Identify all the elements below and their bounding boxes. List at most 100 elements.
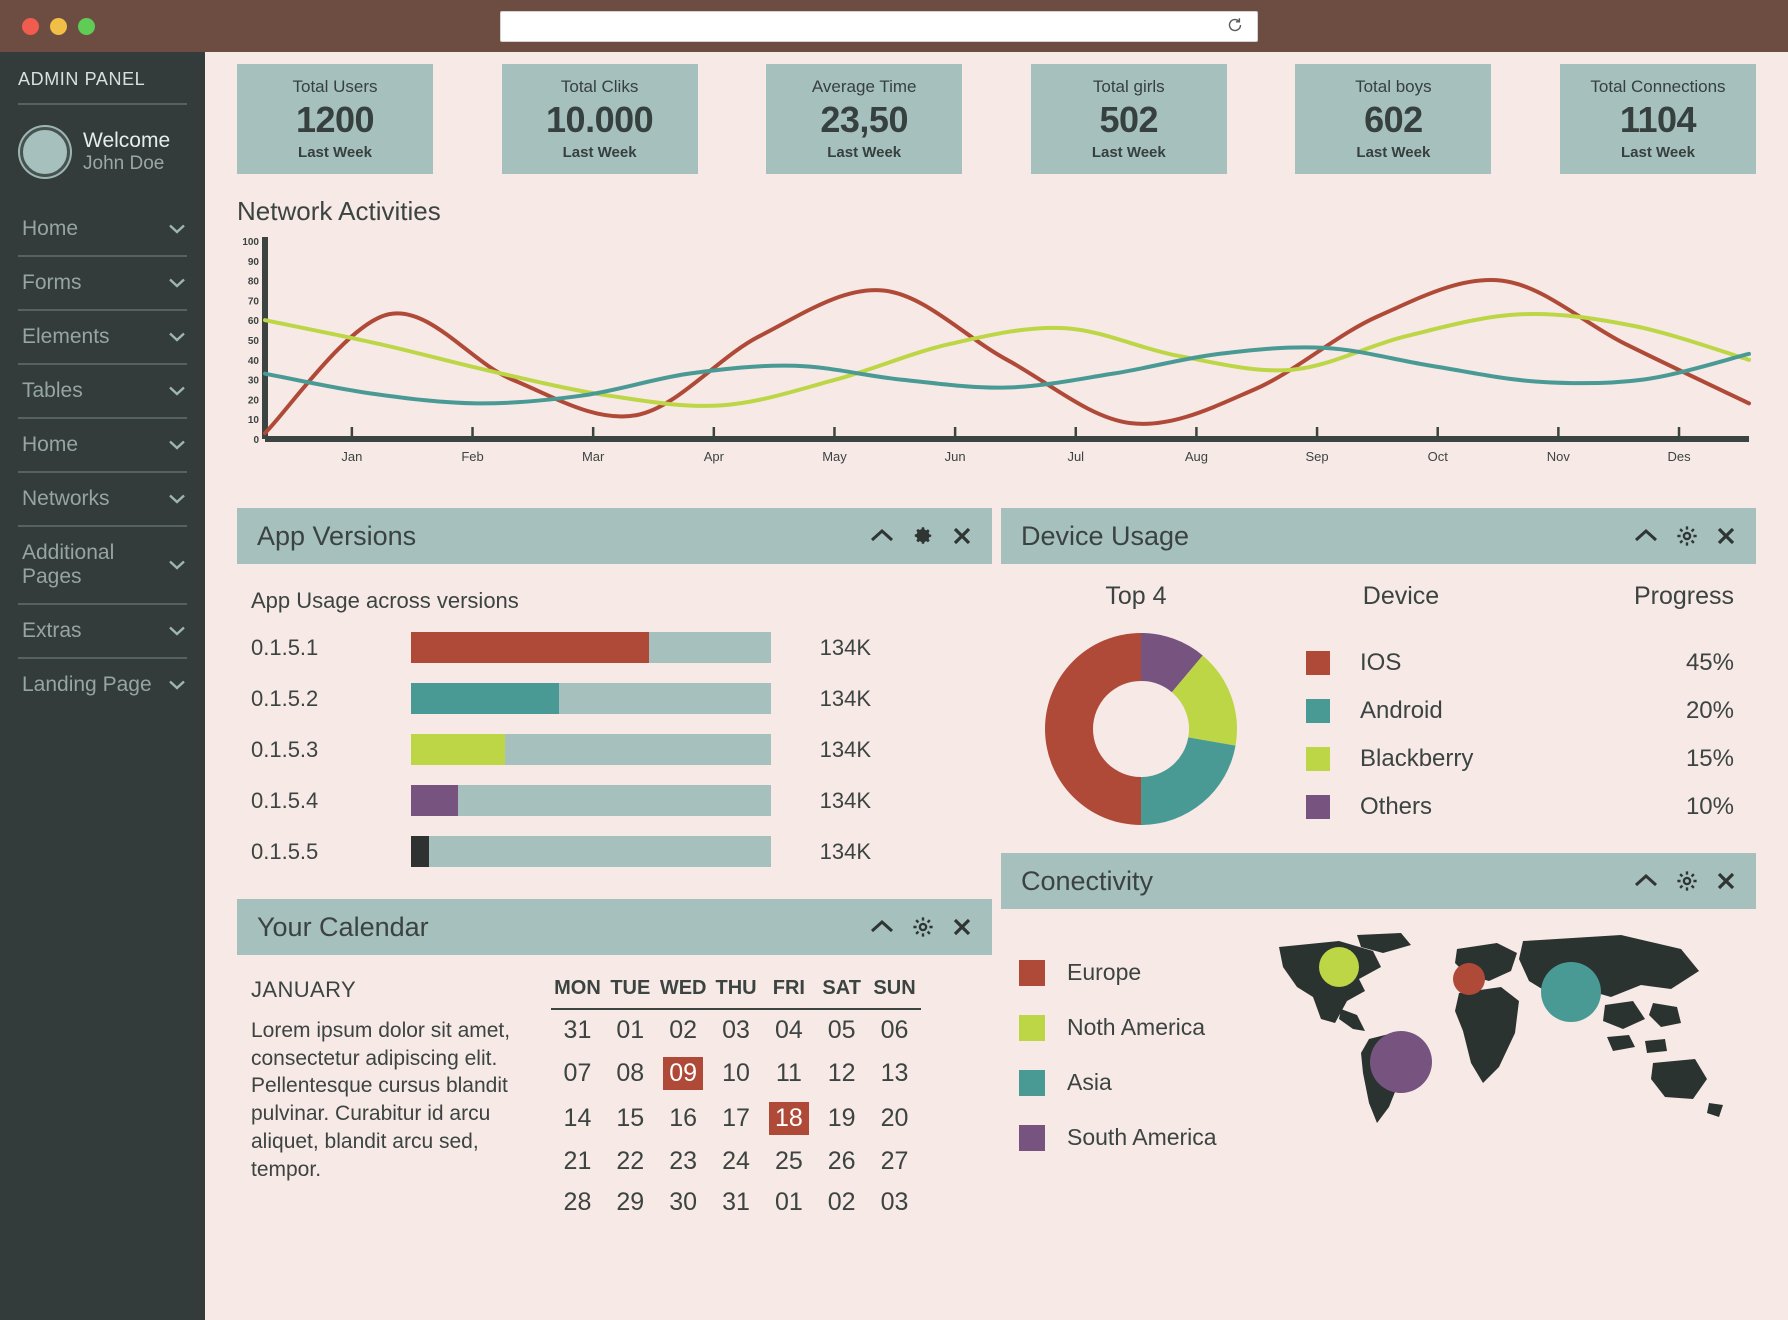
calendar-day-cell[interactable]: 08 bbox=[604, 1051, 657, 1096]
close-icon[interactable] bbox=[952, 526, 972, 546]
calendar-day-cell[interactable]: 31 bbox=[710, 1182, 763, 1223]
calendar-day-cell[interactable]: 03 bbox=[710, 1009, 763, 1051]
chevron-up-icon[interactable] bbox=[1634, 873, 1658, 889]
card-title: App Versions bbox=[257, 520, 417, 551]
chevron-down-icon[interactable] bbox=[169, 560, 185, 570]
calendar-day-cell[interactable]: 17 bbox=[710, 1096, 763, 1141]
calendar-day-cell[interactable]: 22 bbox=[604, 1141, 657, 1182]
calendar-day-cell[interactable]: 01 bbox=[762, 1182, 815, 1223]
chevron-up-icon[interactable] bbox=[870, 528, 894, 544]
calendar-day-cell[interactable]: 02 bbox=[657, 1009, 710, 1051]
close-icon[interactable] bbox=[1716, 871, 1736, 891]
sidebar-item-label: Extras bbox=[22, 619, 82, 642]
close-icon[interactable] bbox=[952, 917, 972, 937]
legend-swatch bbox=[1019, 959, 1045, 986]
calendar-day-cell[interactable]: 25 bbox=[762, 1141, 815, 1182]
sidebar-item-label: Home bbox=[22, 433, 79, 456]
minimize-window-button[interactable] bbox=[50, 17, 67, 35]
calendar-day-cell[interactable]: 14 bbox=[551, 1096, 604, 1141]
calendar-day-header: SAT bbox=[815, 977, 869, 1010]
svg-text:Jul: Jul bbox=[1067, 449, 1084, 464]
gear-icon[interactable] bbox=[912, 525, 934, 547]
stat-title: Total boys bbox=[1355, 77, 1432, 96]
calendar-day-cell[interactable]: 19 bbox=[815, 1096, 868, 1141]
user-profile[interactable]: Welcome John Doe bbox=[18, 105, 187, 203]
gear-icon[interactable] bbox=[912, 916, 934, 938]
calendar-day-cell[interactable]: 28 bbox=[551, 1182, 604, 1223]
stat-card-total-boys[interactable]: Total boys 602 Last Week bbox=[1295, 64, 1492, 174]
stat-card-total-cliks[interactable]: Total Cliks 10.000 Last Week bbox=[501, 64, 698, 174]
close-window-button[interactable] bbox=[22, 17, 39, 35]
sidebar-item-networks[interactable]: Networks bbox=[18, 473, 187, 525]
region-name: South America bbox=[1067, 1124, 1217, 1150]
progress-fill bbox=[411, 632, 649, 663]
calendar-day-cell[interactable]: 31 bbox=[551, 1009, 604, 1051]
reload-icon[interactable] bbox=[1226, 16, 1244, 37]
calendar-day-cell[interactable]: 03 bbox=[868, 1182, 921, 1223]
calendar-day-cell[interactable]: 27 bbox=[868, 1141, 921, 1182]
sidebar-item-additional-pages[interactable]: Additional Pages bbox=[18, 527, 187, 603]
calendar-day-cell[interactable]: 20 bbox=[868, 1096, 921, 1141]
calendar-day-cell[interactable]: 01 bbox=[604, 1009, 657, 1051]
chevron-down-icon[interactable] bbox=[169, 332, 185, 342]
sidebar-item-extras[interactable]: Extras bbox=[18, 605, 187, 657]
calendar-description: Lorem ipsum dolor sit amet, consectetur … bbox=[251, 1019, 511, 1181]
chevron-up-icon[interactable] bbox=[870, 919, 894, 935]
stat-card-total-users[interactable]: Total Users 1200 Last Week bbox=[237, 64, 433, 174]
chevron-down-icon[interactable] bbox=[169, 386, 185, 396]
stat-card-total-connections[interactable]: Total Connections 1104 Last Week bbox=[1559, 64, 1756, 174]
svg-text:100: 100 bbox=[242, 237, 259, 248]
version-count: 134K bbox=[819, 685, 871, 711]
calendar-day-cell[interactable]: 16 bbox=[657, 1096, 710, 1141]
chevron-down-icon[interactable] bbox=[169, 440, 185, 450]
chevron-down-icon[interactable] bbox=[169, 626, 185, 636]
chevron-down-icon[interactable] bbox=[169, 224, 185, 234]
chevron-down-icon[interactable] bbox=[169, 494, 185, 504]
sidebar-item-landing-page[interactable]: Landing Page bbox=[18, 659, 187, 711]
calendar-day-cell[interactable]: 05 bbox=[815, 1009, 868, 1051]
calendar-day-cell[interactable]: 18 bbox=[762, 1096, 815, 1141]
chevron-down-icon[interactable] bbox=[169, 278, 185, 288]
calendar-day-cell[interactable]: 10 bbox=[710, 1051, 763, 1096]
calendar-day-cell[interactable]: 12 bbox=[815, 1051, 868, 1096]
close-icon[interactable] bbox=[1716, 526, 1736, 546]
sidebar-item-home-2[interactable]: Home bbox=[18, 419, 187, 471]
svg-text:May: May bbox=[822, 449, 847, 464]
gear-icon[interactable] bbox=[1676, 870, 1698, 892]
calendar-day-cell[interactable]: 29 bbox=[604, 1182, 657, 1223]
calendar-day-cell[interactable]: 23 bbox=[657, 1141, 710, 1182]
calendar-day-cell[interactable]: 06 bbox=[868, 1009, 921, 1051]
column-progress: Progress bbox=[1633, 582, 1734, 610]
chevron-down-icon[interactable] bbox=[169, 680, 185, 690]
stat-card-total-girls[interactable]: Total girls 502 Last Week bbox=[1030, 64, 1227, 174]
sidebar-item-elements[interactable]: Elements bbox=[18, 311, 187, 363]
calendar-day-cell[interactable]: 30 bbox=[657, 1182, 710, 1223]
sidebar-item-forms[interactable]: Forms bbox=[18, 257, 187, 309]
main-content: Total Users 1200 Last Week Total Cliks 1… bbox=[205, 52, 1788, 1320]
device-name: Android bbox=[1360, 697, 1443, 724]
calendar-day-cell[interactable]: 04 bbox=[762, 1009, 815, 1051]
calendar-day-cell[interactable]: 26 bbox=[815, 1141, 868, 1182]
calendar-day-cell[interactable]: 21 bbox=[551, 1141, 604, 1182]
gear-icon[interactable] bbox=[1676, 525, 1698, 547]
stat-card-average-time[interactable]: Average Time 23,50 Last Week bbox=[766, 64, 963, 174]
legend-row: Others 10% bbox=[1281, 783, 1756, 831]
maximize-window-button[interactable] bbox=[78, 17, 95, 35]
chevron-up-icon[interactable] bbox=[1634, 528, 1658, 544]
connectivity-card: Conectivity Europe Noth America Asia Sou… bbox=[1001, 853, 1756, 1165]
calendar-day-cell[interactable]: 15 bbox=[604, 1096, 657, 1141]
calendar-day-cell[interactable]: 02 bbox=[815, 1182, 868, 1223]
calendar-day-selected[interactable]: 18 bbox=[768, 1102, 809, 1135]
sidebar-item-tables[interactable]: Tables bbox=[18, 365, 187, 417]
address-bar[interactable] bbox=[500, 11, 1258, 42]
calendar-day-cell[interactable]: 11 bbox=[762, 1051, 815, 1096]
legend-swatch bbox=[1306, 747, 1330, 771]
sidebar-item-home[interactable]: Home bbox=[18, 203, 187, 255]
calendar-day-cell[interactable]: 09 bbox=[657, 1051, 710, 1096]
calendar-day-selected[interactable]: 09 bbox=[663, 1057, 704, 1090]
calendar-day-cell[interactable]: 13 bbox=[868, 1051, 921, 1096]
version-label: 0.1.5.4 bbox=[251, 787, 319, 813]
calendar-day-cell[interactable]: 07 bbox=[551, 1051, 604, 1096]
calendar-day-cell[interactable]: 24 bbox=[710, 1141, 763, 1182]
svg-text:10: 10 bbox=[248, 415, 260, 426]
